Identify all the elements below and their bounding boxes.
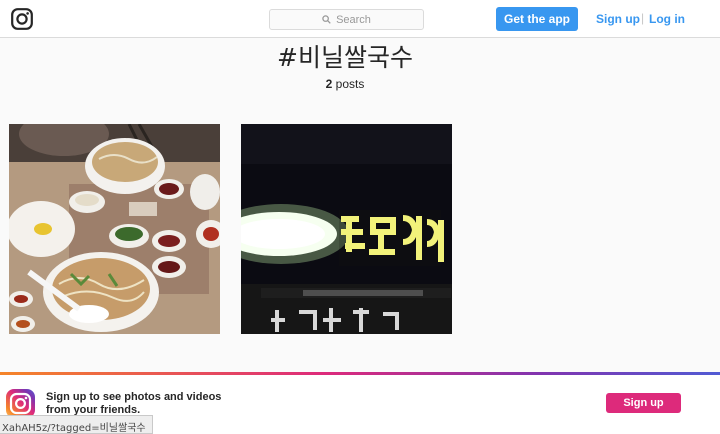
instagram-gradient-logo-icon xyxy=(6,389,35,418)
post-thumbnail-2[interactable] xyxy=(241,124,452,334)
search-icon xyxy=(322,15,331,24)
post-thumbnail-1[interactable] xyxy=(9,124,220,334)
get-the-app-button[interactable]: Get the app xyxy=(496,7,578,31)
banner-gradient-stripe xyxy=(0,372,720,375)
nav-separator: | xyxy=(641,11,645,25)
search-placeholder: Search xyxy=(336,13,371,26)
page-title: #비닐쌀국수 xyxy=(277,43,413,72)
banner-message: Sign up to see photos and videos from yo… xyxy=(46,391,222,416)
status-bar-url: XahAH5z/?tagged=비닐쌀국수 xyxy=(0,415,153,434)
top-nav-bar: Search Get the app Sign up | Log in xyxy=(0,0,720,38)
login-link[interactable]: Log in xyxy=(649,12,685,26)
banner-signup-button[interactable]: Sign up xyxy=(606,393,681,413)
post-count-label: posts xyxy=(332,77,365,91)
post-count: 2 posts xyxy=(0,77,690,91)
search-input[interactable]: Search xyxy=(269,9,424,30)
signup-link[interactable]: Sign up xyxy=(596,12,640,26)
instagram-camera-icon[interactable] xyxy=(11,8,33,30)
